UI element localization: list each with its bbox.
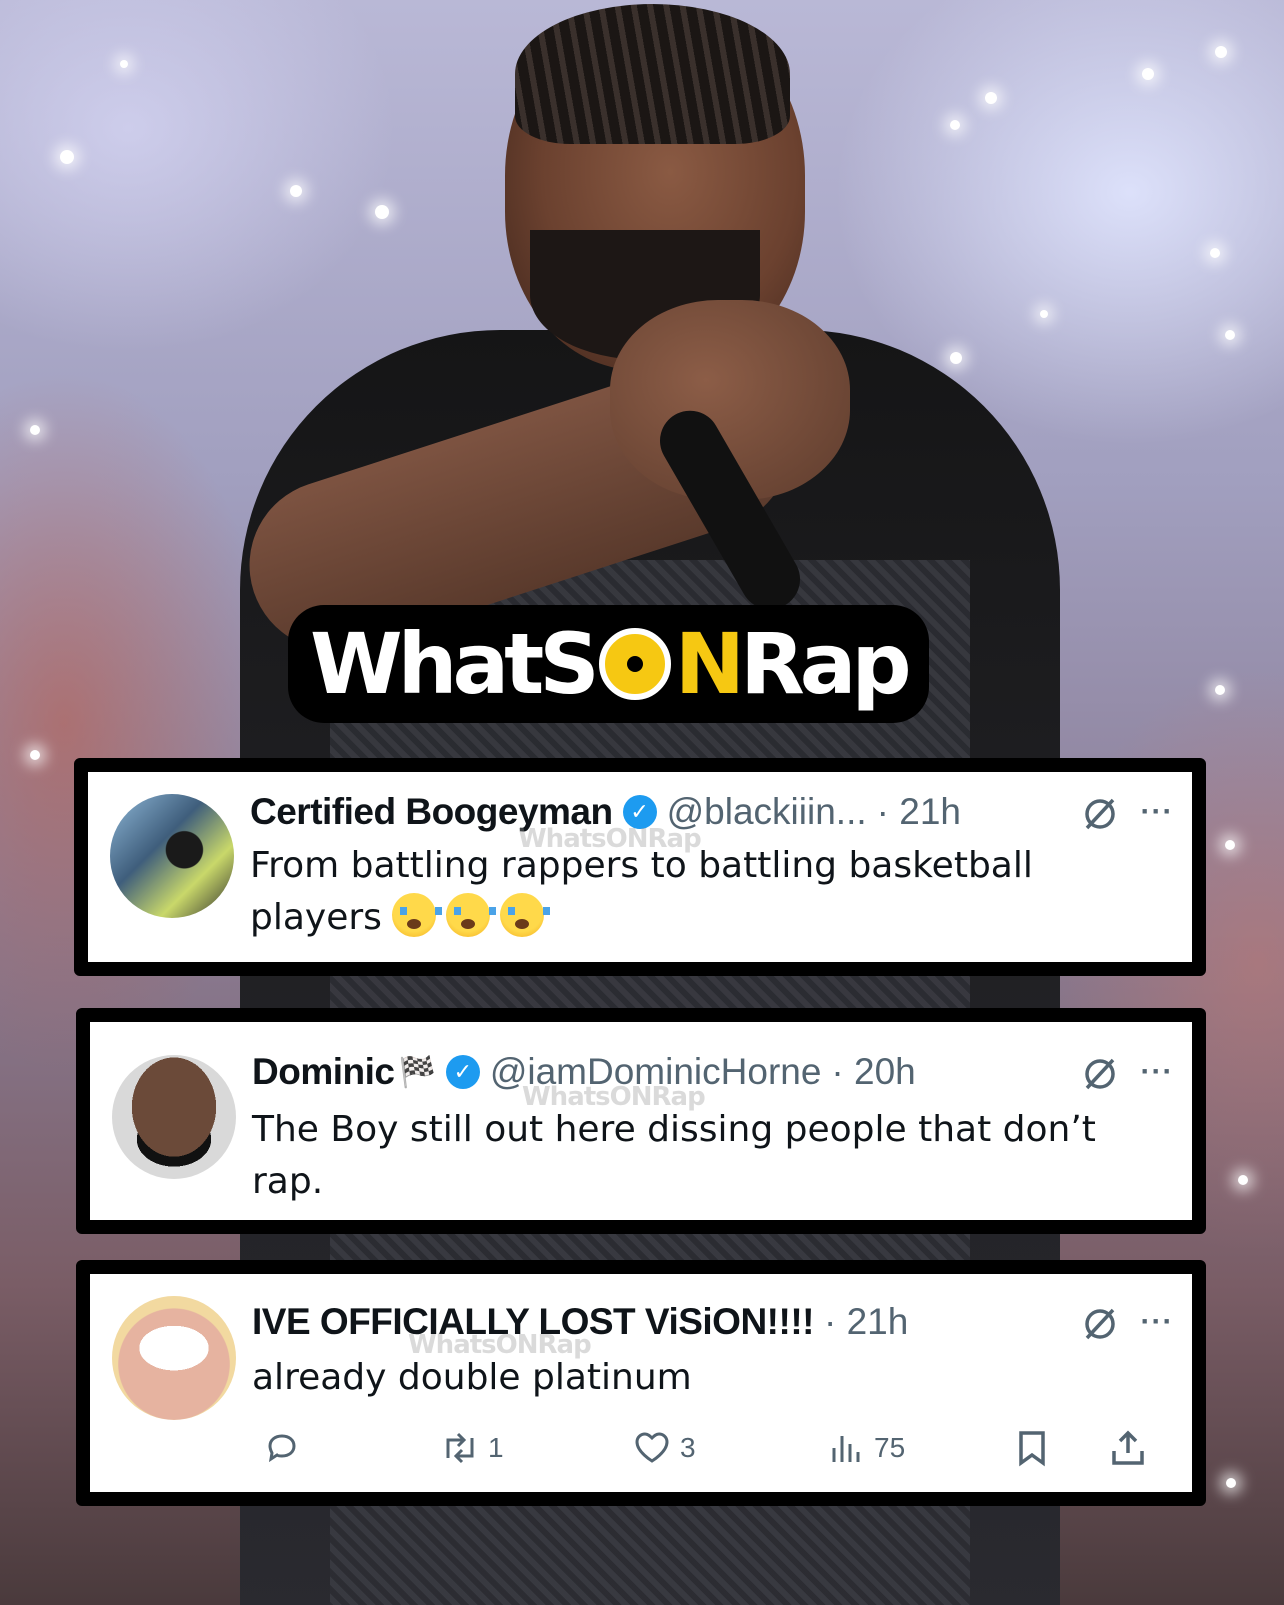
grok-icon[interactable]	[1080, 794, 1120, 834]
logo-text-whats: WhatS	[310, 615, 600, 713]
verified-badge-icon: ✓	[445, 1055, 480, 1089]
more-options-icon[interactable]: ···	[1136, 1302, 1178, 1342]
reply-icon	[262, 1428, 302, 1468]
tweet-card-1[interactable]: Certified Boogeyman ✓ @blackiiin... · 21…	[74, 758, 1206, 976]
tweet-header: Certified Boogeyman ✓ @blackiiin... · 21…	[250, 790, 1168, 834]
crying-face-emoji	[391, 893, 442, 937]
grok-icon[interactable]	[1080, 1054, 1120, 1094]
tweet-text: From battling rappers to battling basket…	[250, 845, 1033, 938]
display-name[interactable]: Dominic	[252, 1051, 395, 1093]
tweet-text: The Boy still out here dissing people th…	[252, 1109, 1096, 1202]
crying-face-emoji	[445, 893, 496, 937]
user-handle[interactable]: @iamDominicHorne	[490, 1051, 822, 1093]
tweet-card-3[interactable]: IVE OFFICIALLY LOST ViSiON!!!! · 21h ···…	[76, 1260, 1206, 1506]
tweet-header: IVE OFFICIALLY LOST ViSiON!!!! · 21h	[252, 1300, 1168, 1344]
logo-text-rap: Rap	[740, 615, 911, 713]
crying-face-emoji	[499, 893, 550, 937]
tweet-actions: 1 3 75	[252, 1422, 1168, 1472]
analytics-icon	[826, 1428, 866, 1468]
retweet-icon	[440, 1428, 480, 1468]
tweet-card-2[interactable]: Dominic 🏁 ✓ @iamDominicHorne · 20h ··· T…	[76, 1008, 1206, 1234]
retweet-count: 1	[488, 1432, 504, 1463]
bookmark-button[interactable]	[1012, 1428, 1052, 1468]
tweet-text: already double platinum	[252, 1357, 692, 1398]
timestamp[interactable]: · 21h	[877, 791, 961, 833]
avatar[interactable]	[112, 1055, 236, 1179]
timestamp[interactable]: · 21h	[824, 1301, 908, 1343]
user-handle[interactable]: @blackiiin...	[667, 791, 867, 833]
view-count: 75	[874, 1432, 906, 1463]
share-button[interactable]	[1108, 1428, 1148, 1468]
display-name[interactable]: IVE OFFICIALLY LOST ViSiON!!!!	[252, 1301, 814, 1343]
more-options-icon[interactable]: ···	[1136, 792, 1178, 832]
verified-badge-icon: ✓	[622, 795, 657, 829]
avatar[interactable]	[112, 1296, 236, 1420]
logo-text-n: N	[674, 615, 745, 713]
display-name[interactable]: Certified Boogeyman	[250, 791, 613, 833]
checkered-flag-icon: 🏁	[398, 1055, 436, 1089]
share-icon	[1108, 1428, 1148, 1468]
bookmark-icon	[1012, 1428, 1052, 1468]
heart-icon	[632, 1428, 672, 1468]
timestamp[interactable]: · 20h	[831, 1051, 915, 1093]
more-options-icon[interactable]: ···	[1136, 1052, 1178, 1092]
tweet-header: Dominic 🏁 ✓ @iamDominicHorne · 20h	[252, 1050, 1168, 1094]
avatar[interactable]	[110, 794, 234, 918]
retweet-button[interactable]: 1	[440, 1428, 504, 1468]
like-count: 3	[680, 1432, 696, 1463]
vinyl-disc-icon	[598, 628, 671, 700]
like-button[interactable]: 3	[632, 1428, 696, 1468]
whatsonrap-logo: WhatS N Rap	[288, 605, 929, 723]
reply-button[interactable]	[262, 1428, 302, 1468]
views-button[interactable]: 75	[826, 1428, 905, 1468]
grok-icon[interactable]	[1080, 1304, 1120, 1344]
